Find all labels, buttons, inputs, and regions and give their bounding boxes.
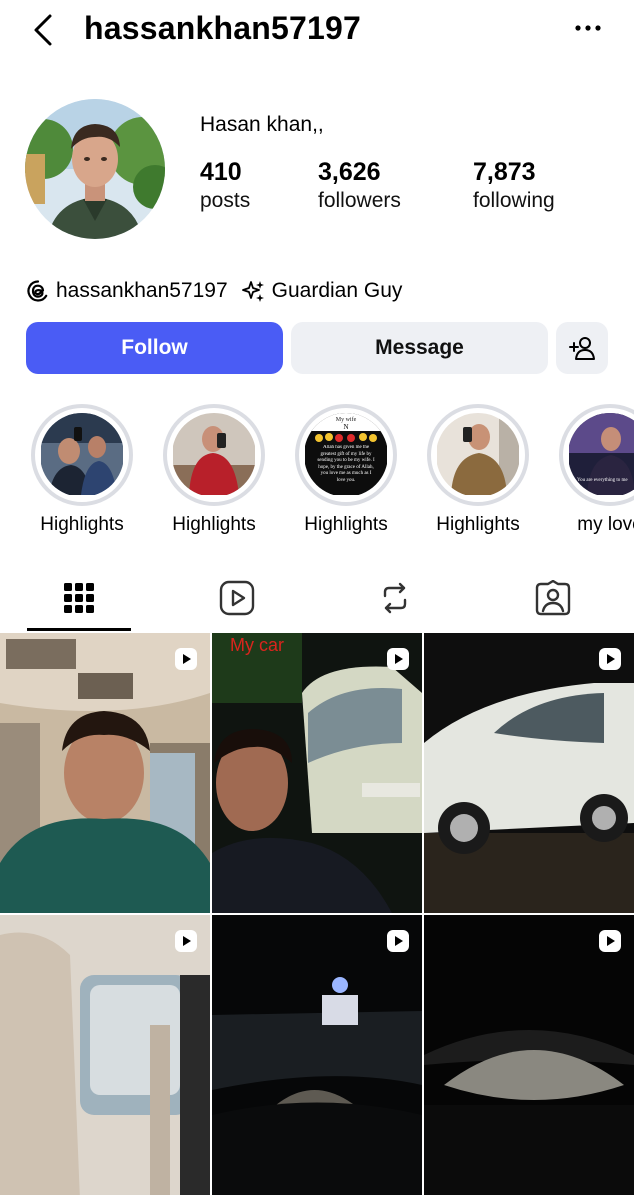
stat-followers-value: 3,626 [318,158,381,186]
stat-following[interactable]: 7,873 following [473,157,555,215]
threads-handle: hassankhan57197 [56,279,228,302]
tab-posts[interactable] [27,568,131,628]
post-thumbnail [0,633,210,913]
profile-tabs [0,568,634,632]
add-user-icon [569,337,595,360]
guardian-badge[interactable]: Guardian Guy [241,279,403,303]
highlight-ring: You are everything to me [559,404,634,506]
threads-link[interactable]: hassankhan57197 [26,279,228,303]
reel-icon [599,648,621,670]
reposts-icon [383,582,407,614]
highlight-cover-image: My wife N Allah has given me the greates… [305,413,387,495]
highlight-cover-image: You are everything to me [569,413,634,495]
active-tab-indicator [27,628,131,631]
highlight-label: Highlights [436,514,520,535]
reel-icon [175,930,197,952]
highlight-overlay-letter: N [343,423,348,431]
post-thumbnail [424,633,634,913]
profile-avatar[interactable] [25,99,165,239]
profile-full-name: Hasan khan,, [200,113,324,136]
reel-icon [599,930,621,952]
stat-following-value: 7,873 [473,158,536,186]
highlight-label: my love [577,514,634,535]
highlight-item[interactable]: Highlights [162,404,266,536]
grid-post[interactable] [424,915,634,1195]
sparkle-icon [241,281,264,302]
grid-post[interactable] [424,633,634,913]
badge-label: Guardian Guy [271,279,403,302]
highlight-ring [31,404,133,506]
grid-post[interactable] [0,633,210,913]
profile-links-row: hassankhan57197 Guardian Guy [26,274,416,308]
highlight-label: Highlights [172,514,256,535]
highlight-cover-image [41,413,123,495]
more-options-icon[interactable] [574,14,602,42]
post-thumbnail: My car [212,633,422,913]
top-bar: hassankhan57197 [0,0,634,62]
highlight-overlay-title: My wife [336,416,357,423]
tagged-icon [535,580,571,616]
stat-following-label: following [473,189,555,212]
stat-followers[interactable]: 3,626 followers [318,157,401,215]
highlight-cover-image [437,413,519,495]
tab-reels[interactable] [185,568,289,628]
back-arrow-icon[interactable] [30,12,60,48]
post-thumbnail [0,915,210,1195]
highlight-item[interactable]: My wife N Allah has given me the greates… [294,404,398,536]
tab-reposts[interactable] [343,568,447,628]
tab-tagged[interactable] [501,568,605,628]
reel-icon [387,648,409,670]
grid-post[interactable]: My car [212,633,422,913]
profile-username: hassankhan57197 [84,10,361,46]
post-thumbnail [424,915,634,1195]
highlight-overlay-text: You are everything to me [577,478,628,483]
reel-icon [175,648,197,670]
highlight-ring [427,404,529,506]
highlight-ring: My wife N Allah has given me the greates… [295,404,397,506]
suggested-users-button[interactable] [556,322,608,374]
posts-grid: My car [0,633,634,1200]
stat-posts[interactable]: 410 posts [200,157,250,215]
post-caption-overlay: My car [230,635,284,655]
highlight-cover-image [173,413,255,495]
posts-grid-icon [64,583,94,613]
highlight-label: Highlights [304,514,388,535]
threads-icon [27,280,48,302]
follow-button[interactable]: Follow [26,322,283,374]
highlight-item[interactable]: You are everything to me my love [558,404,634,536]
highlight-label: Highlights [40,514,124,535]
grid-post[interactable] [212,915,422,1195]
story-highlights: Highlights Highlights My wife N Allah ha… [0,398,634,548]
post-thumbnail [212,915,422,1195]
stat-followers-label: followers [318,189,401,212]
highlight-overlay-text: Allah has given me the greatest gift of … [317,445,375,483]
highlight-item[interactable]: Highlights [30,404,134,536]
reel-icon [387,930,409,952]
reels-icon [219,580,255,616]
stat-posts-label: posts [200,189,251,212]
stat-posts-value: 410 [200,158,242,186]
message-button[interactable]: Message [291,322,548,374]
grid-post[interactable] [0,915,210,1195]
highlight-item[interactable]: Highlights [426,404,530,536]
highlight-ring [163,404,265,506]
